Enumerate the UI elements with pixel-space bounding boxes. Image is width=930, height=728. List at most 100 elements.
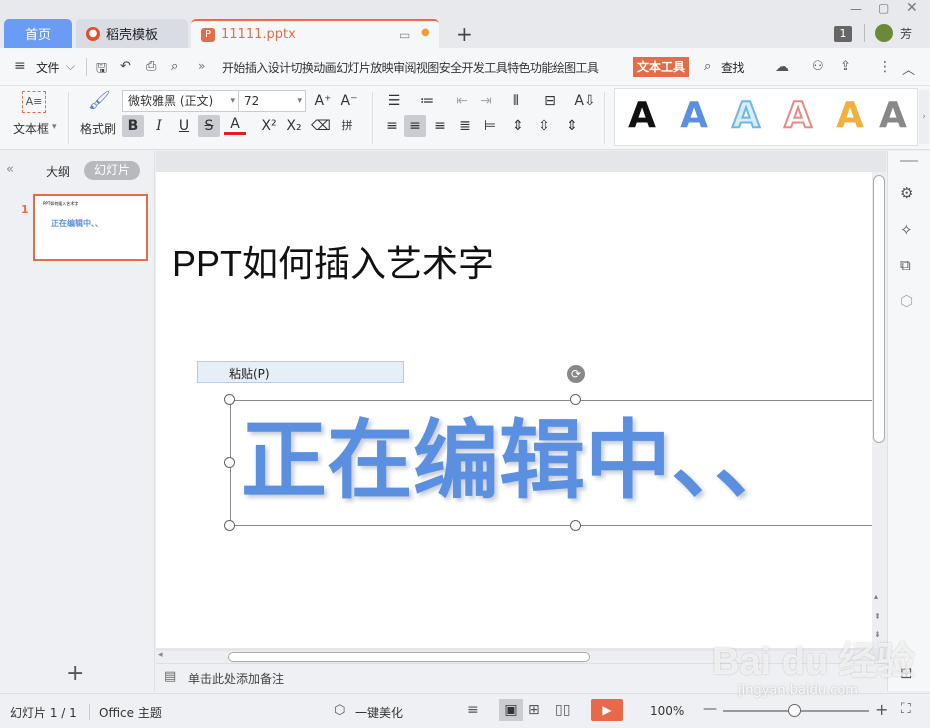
new-tab-button[interactable]: + [456,22,473,46]
beautify-button[interactable]: 一键美化 [355,704,403,721]
align-left-icon[interactable]: ≡ [381,115,403,137]
notes-toggle-icon[interactable]: ≡ [467,702,479,718]
align-center-icon[interactable]: ≡ [404,115,426,137]
normal-view-icon[interactable]: ▣ [499,699,523,721]
wordart-style-red-outline[interactable]: A [775,94,821,137]
more-vertical-icon[interactable]: ⋮ [878,59,892,75]
vertical-scrollbar[interactable] [873,175,885,443]
paragraph-spacing-icon[interactable]: ⇳ [533,115,555,137]
search-label[interactable]: 查找 [721,59,745,76]
menu-tab-insert[interactable]: 插入 [245,59,268,76]
slide-sorter-icon[interactable]: ⊞ [528,702,540,718]
print-preview-icon[interactable]: ⌕ [171,59,178,74]
numbering-icon[interactable]: ≔ [416,90,438,112]
print-icon[interactable]: ⎙ [146,59,156,74]
paste-options-popup[interactable]: 粘贴(P) [197,361,404,383]
menu-tab-start[interactable]: 开始 [222,59,245,76]
format-painter-label[interactable]: 格式刷 [80,120,116,137]
menu-tab-design[interactable]: 设计 [268,59,291,76]
wordart-textbox[interactable]: 正在编辑中、、 [230,400,872,526]
save-icon[interactable]: 🖫 [96,59,107,81]
add-slide-button[interactable]: + [66,661,84,686]
distributed-icon[interactable]: ⊨ [479,115,501,137]
play-slideshow-icon[interactable]: ▶ [591,699,623,721]
increase-indent-icon[interactable]: ⇥ [475,90,497,112]
zoom-out-icon[interactable]: — [703,701,717,717]
menu-tab-view[interactable]: 视图 [416,59,439,76]
reading-view-icon[interactable]: ▯▯ [555,702,570,718]
font-size-select[interactable]: 72 ▾ [238,90,306,112]
wordart-text[interactable]: 正在编辑中、、 [241,411,800,511]
slide-thumbnail[interactable]: PPT如何插入艺术字 正在编辑中、、 [33,194,148,261]
tab-home[interactable]: 首页 [4,19,72,48]
paste-option[interactable]: 粘贴(P) [229,365,270,382]
resize-handle-bottom-left[interactable] [224,520,235,531]
phonetic-guide-icon[interactable]: 拼 [336,115,358,137]
gallery-scroll-icon[interactable]: › [919,90,929,144]
scroll-up-icon[interactable]: ▴ [874,592,878,601]
maximize-button[interactable]: ▢ [878,1,889,15]
window-count-badge[interactable]: 1 [834,26,852,42]
avatar[interactable] [875,24,893,42]
menu-tab-transition[interactable]: 切换 [290,59,313,76]
beautify-icon[interactable]: ⬡ [334,703,345,718]
hamburger-icon[interactable]: ≡ [14,58,26,74]
eraser-icon[interactable]: ⌫ [310,115,332,137]
tab-slides[interactable]: 幻灯片 [84,161,140,180]
share-icon[interactable]: ⇪ [840,59,851,74]
decrease-font-icon[interactable]: A⁻ [338,90,360,112]
menu-tab-developer[interactable]: 开发工具 [462,59,508,76]
properties-icon[interactable]: ⚙ [900,184,913,202]
line-spacing-icon[interactable]: ⇕ [507,115,529,137]
tab-daoke-templates[interactable]: ● 稻壳模板 [76,19,188,48]
strikethrough-button[interactable]: S [198,115,220,137]
search-icon[interactable]: ⌕ [704,59,711,74]
underline-button[interactable]: U [173,115,195,137]
justify-icon[interactable]: ≣ [454,115,476,137]
font-family-select[interactable]: 微软雅黑 (正文) ▾ [122,90,239,112]
zoom-in-icon[interactable]: + [875,700,888,719]
username[interactable]: 芳 [900,25,912,42]
resize-handle-left[interactable] [224,457,235,468]
fit-window-icon[interactable]: ⛶ [901,701,911,717]
monitor-icon[interactable]: ▭ [399,28,410,42]
wordart-style-light-blue-outline[interactable]: A [723,94,769,137]
menu-tab-text-tools[interactable]: 文本工具 [633,57,690,77]
wordart-style-gray[interactable]: A [879,95,909,136]
cube-icon[interactable]: ⬡ [900,292,913,310]
undo-redo-icon[interactable]: ↶ [120,59,131,74]
font-color-button[interactable]: A [224,115,246,135]
decrease-indent-icon[interactable]: ⇤ [451,90,473,112]
menu-tab-review[interactable]: 审阅 [393,59,416,76]
minimize-button[interactable]: — [850,2,862,16]
resize-handle-bottom[interactable] [570,520,581,531]
bullets-icon[interactable]: ☰ [383,90,405,112]
wordart-style-orange[interactable]: A [827,95,873,136]
columns-icon[interactable]: ⫴ [505,90,527,112]
text-align-box-icon[interactable]: ⊟ [539,90,561,112]
notes-placeholder[interactable]: 单击此处添加备注 [188,670,284,687]
tab-outline[interactable]: 大纲 [46,163,70,180]
cloud-icon[interactable]: ☁ [775,59,789,75]
format-painter-icon[interactable]: 🖌 [88,90,111,111]
menu-tab-drawing-tools[interactable]: 绘图工具 [553,59,599,76]
increase-font-icon[interactable]: A⁺ [312,90,334,112]
chevron-down-icon[interactable]: ⌵ [66,59,75,74]
rotate-handle-icon[interactable]: ⟳ [567,365,585,383]
text-direction-icon[interactable]: A⇩ [574,90,596,112]
theme-name[interactable]: Office 主题 [99,704,162,721]
close-window-button[interactable]: ✕ [906,0,918,16]
menu-tab-security[interactable]: 安全 [439,59,462,76]
resize-handle-top[interactable] [570,394,581,405]
align-right-icon[interactable]: ≡ [429,115,451,137]
textbox-icon[interactable]: A≡ [22,91,46,113]
superscript-button[interactable]: X² [258,115,280,137]
bold-button[interactable]: B [122,115,144,137]
collapse-panel-icon[interactable]: « [6,162,14,177]
shape-style-icon[interactable]: ✧ [900,221,913,239]
italic-button[interactable]: I [148,115,170,137]
slide-title[interactable]: PPT如何插入艺术字 [172,235,494,287]
collapse-ribbon-icon[interactable]: ︿ [902,59,915,78]
add-user-icon[interactable]: ⚇ [812,59,824,74]
more-quick-access-icon[interactable]: » [198,59,205,73]
